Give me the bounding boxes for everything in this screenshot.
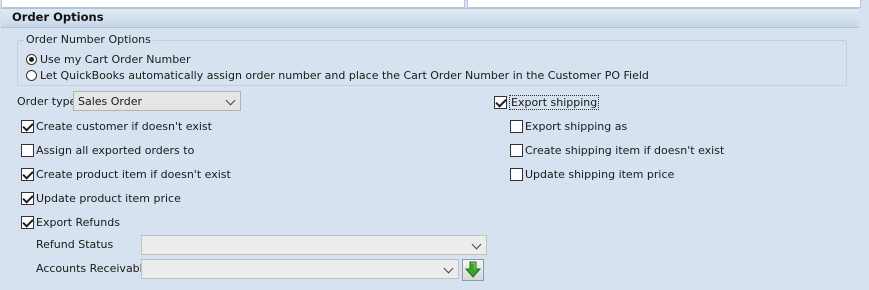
top-panel-left [1,0,465,8]
checkbox-box[interactable] [21,191,34,205]
accounts-receivable-select[interactable] [141,259,459,279]
order-number-options-legend: Order Number Options [24,33,153,46]
top-panel-right [467,0,861,8]
radio-use-cart-order-number[interactable]: Use my Cart Order Number [26,52,190,66]
checkbox-export-shipping-as[interactable]: Export shipping as [510,119,627,133]
checkbox-label: Update product item price [36,191,181,205]
chevron-down-icon[interactable] [471,239,482,250]
checkbox-label: Create shipping item if doesn't exist [525,143,725,157]
radio-label: Use my Cart Order Number [40,52,191,66]
checkbox-create-product-item[interactable]: Create product item if doesn't exist [21,167,231,181]
checkbox-box[interactable] [494,95,507,109]
radio-button[interactable] [26,53,37,65]
order-type-label: Order type [17,95,77,108]
radio-button[interactable] [26,69,37,81]
checkbox-label: Create customer if doesn't exist [36,119,212,133]
order-type-value: Sales Order [78,94,143,108]
checkbox-label: Create product item if doesn't exist [36,167,231,181]
checkbox-create-shipping-item[interactable]: Create shipping item if doesn't exist [510,143,724,157]
accounts-receivable-download-button[interactable] [462,259,484,281]
download-arrow-icon [464,261,482,278]
checkbox-box[interactable] [510,167,523,181]
checkbox-label: Export shipping as [525,119,628,133]
checkbox-update-shipping-price[interactable]: Update shipping item price [510,167,674,181]
refund-status-label: Refund Status [36,238,114,251]
checkbox-export-shipping[interactable]: Export shipping [494,94,600,110]
checkbox-label: Assign all exported orders to [36,143,195,157]
refund-status-select[interactable] [141,235,487,255]
chevron-down-icon[interactable] [443,263,454,274]
checkbox-assign-exported-orders[interactable]: Assign all exported orders to [21,143,194,157]
accounts-receivable-label: Accounts Receivable [36,262,150,275]
checkbox-box[interactable] [21,143,34,157]
checkbox-label: Export shipping [509,94,600,110]
radio-quickbooks-assign-number[interactable]: Let QuickBooks automatically assign orde… [26,68,649,82]
section-title: Order Options [12,10,104,24]
checkbox-box[interactable] [21,167,34,181]
checkbox-update-product-price[interactable]: Update product item price [21,191,181,205]
chevron-down-icon[interactable] [225,95,236,106]
checkbox-box[interactable] [21,119,34,133]
order-type-select[interactable]: Sales Order [73,91,241,111]
checkbox-box[interactable] [510,143,523,157]
checkbox-box[interactable] [21,215,34,229]
checkbox-label: Update shipping item price [525,167,675,181]
radio-label: Let QuickBooks automatically assign orde… [40,68,649,82]
checkbox-box[interactable] [510,119,523,133]
checkbox-create-customer[interactable]: Create customer if doesn't exist [21,119,212,133]
section-header [1,8,859,28]
checkbox-label: Export Refunds [36,215,120,229]
checkbox-export-refunds[interactable]: Export Refunds [21,215,120,229]
